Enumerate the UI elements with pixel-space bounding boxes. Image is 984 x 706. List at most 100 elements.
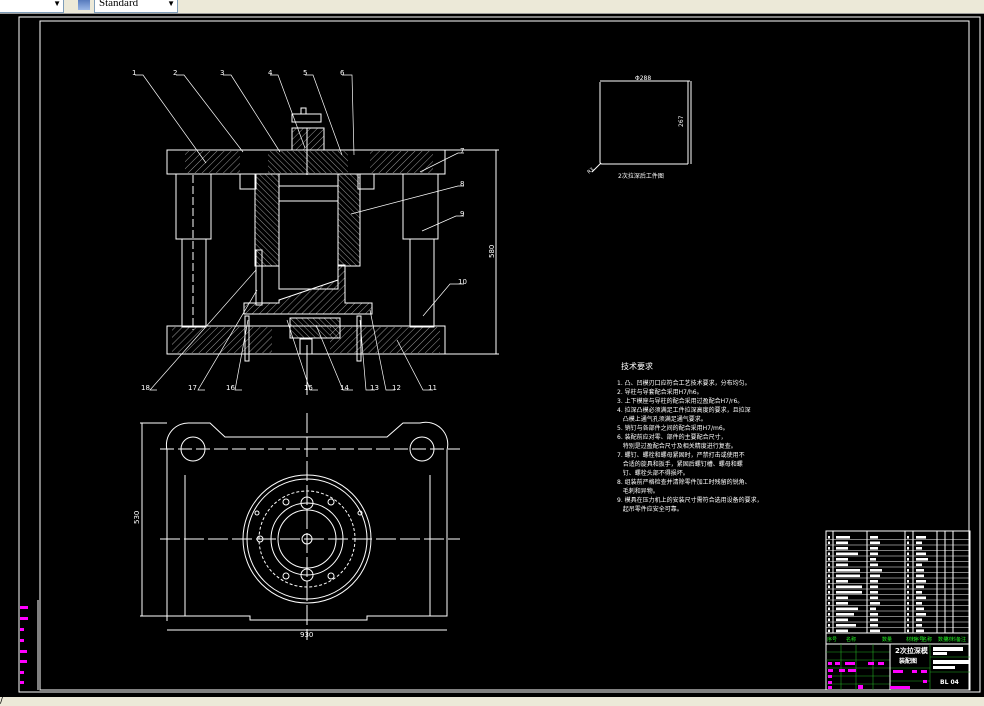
requirement-line: 3. 上下模座与导柱的配合采用过盈配合H7/r6。	[617, 397, 743, 405]
parts-cell	[836, 585, 862, 589]
parts-cell	[870, 569, 882, 572]
callout-9: 9	[460, 210, 464, 218]
header-index: 序号	[827, 636, 837, 643]
parts-cell	[828, 541, 830, 545]
parts-cell	[836, 552, 858, 556]
parts-cell	[828, 613, 830, 616]
parts-cell	[870, 629, 880, 633]
parts-cell	[836, 591, 862, 594]
parts-cell	[870, 563, 878, 567]
parts-cell	[907, 536, 909, 539]
workpiece-height-dimension: 267	[678, 115, 685, 127]
drawing-number: BL 04	[940, 679, 959, 686]
parts-cell	[907, 585, 909, 589]
parts-cell	[916, 624, 922, 627]
text-style-combo[interactable]: Standard ▼	[94, 0, 178, 13]
requirement-line: 1. 凸、凹模刃口应符合工艺技术要求，分布均匀。	[617, 379, 751, 387]
callout-14: 14	[340, 384, 349, 392]
parts-cell	[916, 602, 922, 605]
parts-cell	[836, 580, 848, 583]
parts-cell	[828, 596, 830, 600]
parts-cell	[916, 569, 924, 572]
parts-cell	[828, 569, 830, 572]
parts-cell	[828, 574, 830, 578]
parts-cell	[836, 602, 848, 605]
parts-cell	[836, 558, 848, 561]
parts-cell	[916, 547, 922, 550]
plan-width-dimension: 930	[300, 631, 313, 639]
requirement-line: 7. 螺钉、螺栓和螺母紧固时，严禁打击或使用不	[617, 451, 745, 459]
requirement-line: 合适的旋具和扳手，紧固后螺钉槽、螺母和螺	[617, 460, 743, 468]
text-style-icon[interactable]	[78, 0, 90, 10]
outer-frame	[18, 16, 981, 693]
parts-cell	[870, 613, 878, 616]
drawing-subtitle: 装配图	[898, 657, 917, 665]
height-dimension: 580	[488, 245, 496, 258]
parts-cell	[828, 585, 830, 589]
parts-cell	[907, 563, 909, 567]
parts-cell	[916, 629, 924, 633]
parts-cell	[828, 607, 830, 611]
parts-cell	[870, 536, 878, 539]
parts-cell	[907, 558, 909, 561]
text-style-value: Standard	[99, 0, 139, 9]
callout-6: 6	[340, 69, 345, 77]
parts-cell	[916, 536, 926, 539]
parts-cell	[907, 624, 909, 627]
callout-8: 8	[460, 180, 464, 188]
parts-cell	[870, 558, 876, 561]
parts-cell	[828, 624, 830, 627]
technical-requirements: 技术要求 1. 凸、凹模刃口应符合工艺技术要求，分布均匀。 2. 导柱与导套配合…	[617, 361, 763, 513]
drawing-canvas[interactable]: 580 1 2 3 4 5 6 7 8 9 10 11 12 13 14 15 …	[0, 14, 984, 697]
parts-cell	[870, 596, 878, 600]
parts-cell	[870, 624, 878, 627]
parts-cell	[828, 552, 830, 556]
parts-cell	[870, 591, 878, 594]
callout-10: 10	[458, 278, 467, 286]
callout-4: 4	[268, 69, 273, 77]
parts-cell	[916, 591, 922, 594]
parts-cell	[870, 547, 878, 550]
callout-5: 5	[303, 69, 307, 77]
parts-cell	[836, 547, 848, 550]
command-line[interactable]: /	[0, 697, 984, 706]
parts-cell	[916, 596, 926, 600]
workpiece-radius-dimension: R3	[586, 167, 595, 176]
parts-cell	[916, 558, 928, 561]
parts-cell	[836, 574, 860, 578]
inner-frame	[39, 20, 970, 691]
toolbar: ▼ Standard ▼	[0, 0, 984, 14]
layer-combo[interactable]: ▼	[0, 0, 64, 13]
callout-16: 16	[226, 384, 235, 392]
tech-requirements-title: 技术要求	[621, 361, 653, 371]
title-block: 序号 名称 数量 材料 序号 名称 数量 材料 备注 2次拉深模 装配图 BL …	[825, 530, 971, 691]
left-stamp-column	[20, 600, 39, 690]
parts-cell	[916, 574, 924, 578]
header-name: 名称	[846, 636, 856, 643]
parts-cell	[907, 552, 909, 556]
parts-cell	[836, 629, 848, 633]
parts-cell	[907, 596, 909, 600]
plan-height-dimension: 530	[133, 511, 141, 524]
parts-cell	[870, 602, 880, 605]
parts-cell	[836, 624, 856, 627]
parts-cell	[828, 629, 830, 633]
parts-cell	[836, 536, 850, 539]
chevron-down-icon: ▼	[167, 0, 175, 8]
parts-cell	[828, 536, 830, 539]
parts-cell	[828, 618, 830, 622]
callout-13: 13	[370, 384, 379, 392]
callout-1: 1	[132, 69, 136, 77]
parts-cell	[836, 569, 860, 572]
parts-cell	[828, 591, 830, 594]
plan-view: 530 930	[133, 413, 460, 640]
chevron-down-icon: ▼	[53, 0, 61, 8]
parts-cell	[916, 618, 922, 622]
parts-cell	[870, 574, 880, 578]
parts-cell	[907, 591, 909, 594]
requirement-line: 6. 装配前应对零、部件的主要配合尺寸，	[617, 433, 727, 441]
callout-2: 2	[173, 69, 177, 77]
parts-cell	[907, 607, 909, 611]
requirement-line: 凸模上通气孔须满足通气要求。	[617, 415, 707, 423]
parts-cell	[836, 607, 858, 611]
